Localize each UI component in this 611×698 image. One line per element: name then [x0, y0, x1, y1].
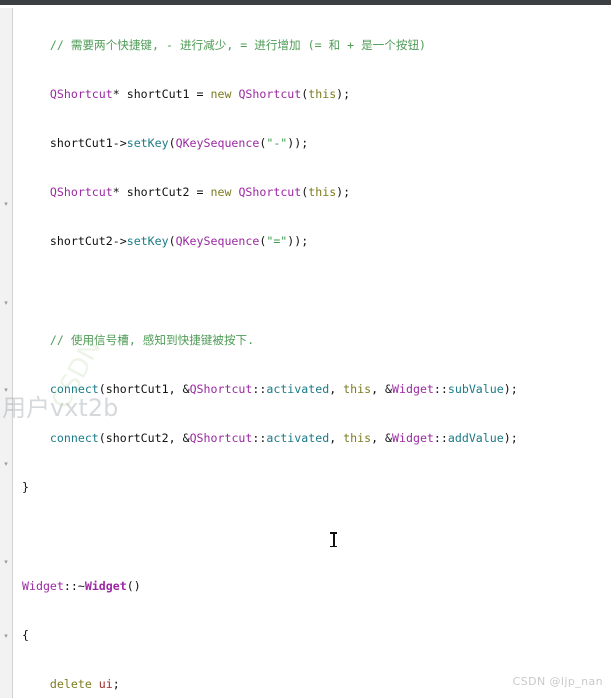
fold-marker[interactable] [2, 200, 10, 208]
fold-marker[interactable] [2, 558, 10, 566]
code-line[interactable]: shortCut1->setKey(QKeySequence("-")); [22, 131, 611, 156]
fold-marker[interactable] [2, 632, 10, 640]
comment-token: // 使用信号槽, 感知到快捷键被按下. [49, 332, 255, 347]
editor-gutter[interactable] [0, 8, 13, 698]
code-line[interactable]: // 需要两个快捷键, - 进行减少, = 进行增加 (= 和 + 是一个按钮) [22, 33, 611, 58]
code-line[interactable]: { [22, 623, 611, 648]
code-line[interactable]: connect(shortCut1, &QShortcut::activated… [22, 377, 611, 402]
code-line[interactable]: Widget::~Widget() [22, 574, 611, 599]
code-line[interactable]: QShortcut* shortCut2 = new QShortcut(thi… [22, 180, 611, 205]
fold-marker[interactable] [2, 386, 10, 394]
comment-token: // 需要两个快捷键, - 进行减少, = 进行增加 (= 和 + 是一个按钮) [49, 37, 427, 52]
code-text-area[interactable]: // 需要两个快捷键, - 进行减少, = 进行增加 (= 和 + 是一个按钮)… [22, 8, 611, 698]
code-line[interactable]: } [22, 475, 611, 500]
code-line[interactable]: delete ui; [22, 672, 611, 697]
editor-gutter-rail [13, 8, 22, 698]
code-line[interactable]: QShortcut* shortCut1 = new QShortcut(thi… [22, 82, 611, 107]
code-line[interactable]: connect(shortCut2, &QShortcut::activated… [22, 426, 611, 451]
code-line[interactable] [22, 524, 611, 549]
code-editor-window: // 需要两个快捷键, - 进行减少, = 进行增加 (= 和 + 是一个按钮)… [0, 0, 611, 698]
fold-marker[interactable] [2, 299, 10, 307]
code-line[interactable]: // 使用信号槽, 感知到快捷键被按下. [22, 328, 611, 353]
code-line[interactable] [22, 279, 611, 304]
code-line[interactable]: shortCut2->setKey(QKeySequence("=")); [22, 229, 611, 254]
fold-marker[interactable] [2, 460, 10, 468]
